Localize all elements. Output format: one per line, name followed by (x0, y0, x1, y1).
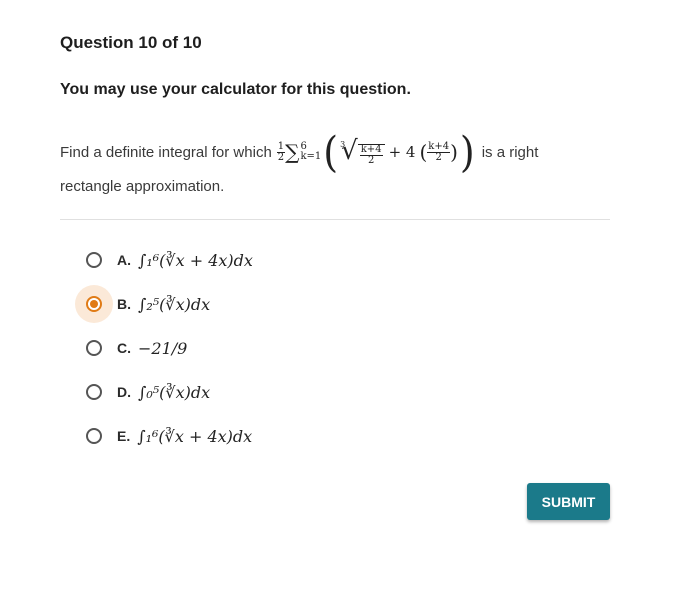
calculator-note: You may use your calculator for this que… (60, 81, 411, 98)
option-b[interactable]: B. ∫₂⁵(∛x)dx (75, 282, 253, 326)
prompt-text-after: is a right (481, 143, 539, 161)
prompt-text-before: Find a definite integral for which (60, 143, 272, 161)
question-counter: Question 10 of 10 (60, 33, 202, 52)
option-a-math: ∫₁⁶(∛x + 4x)dx (138, 250, 253, 270)
radio-button-e[interactable] (86, 428, 102, 444)
radio-selected-dot (90, 300, 98, 308)
question-prompt: Find a definite integral for which 1 2 ∑… (60, 128, 620, 195)
radio-button-c[interactable] (86, 340, 102, 356)
option-e[interactable]: E. ∫₁⁶(∛x + 4x)dx (75, 414, 253, 458)
submit-button[interactable]: SUBMIT (527, 483, 610, 520)
radio-button-a[interactable] (86, 252, 102, 268)
option-c[interactable]: C. −21/9 (75, 326, 253, 370)
cube-root: 3 √ k+4 2 (340, 138, 385, 166)
option-d[interactable]: D. ∫₀⁵(∛x)dx (75, 370, 253, 414)
summation: ∑ 6 k=1 (285, 140, 322, 164)
riemann-sum-expression: 1 2 ∑ 6 k=1 ( 3 √ k+4 2 + 4 (k+4 2)) (276, 127, 475, 177)
option-a[interactable]: A. ∫₁⁶(∛x + 4x)dx (75, 238, 253, 282)
coefficient-fraction: 1 2 (276, 140, 286, 163)
option-b-math: ∫₂⁵(∛x)dx (138, 294, 211, 314)
question-page: Question 10 of 10 You may use your calcu… (0, 0, 694, 602)
radio-button-d[interactable] (86, 384, 102, 400)
option-d-math: ∫₀⁵(∛x)dx (138, 382, 211, 402)
radio-button-b[interactable] (86, 296, 102, 312)
answer-options: A. ∫₁⁶(∛x + 4x)dx B. ∫₂⁵(∛x)dx C. −21/9 … (75, 238, 253, 458)
divider (60, 219, 610, 220)
option-e-math: ∫₁⁶(∛x + 4x)dx (137, 426, 253, 446)
prompt-text-line2: rectangle approximation. (60, 178, 225, 195)
option-c-math: −21/9 (138, 338, 188, 358)
